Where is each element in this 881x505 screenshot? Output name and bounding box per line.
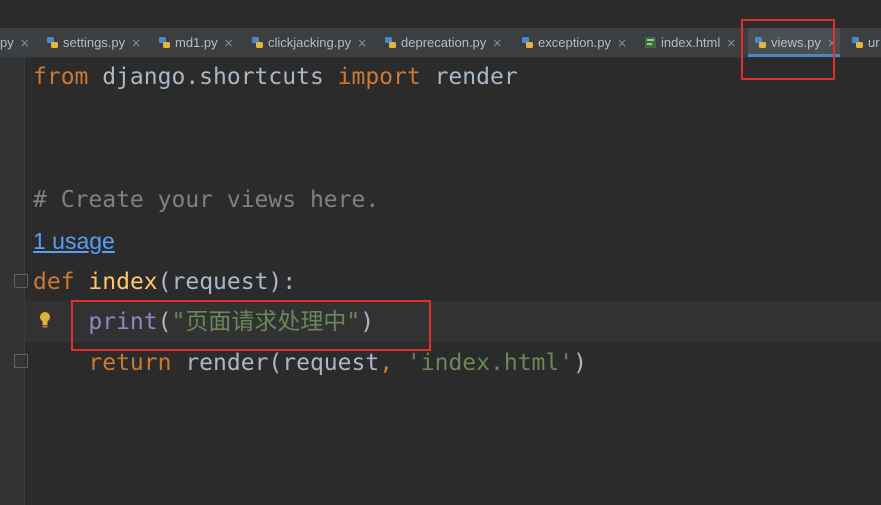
tab-label: py bbox=[0, 35, 14, 50]
tab-label: ur bbox=[868, 35, 880, 50]
comma: , bbox=[379, 350, 394, 376]
module-name: django.shortcuts bbox=[88, 64, 338, 90]
tab-label: exception.py bbox=[538, 35, 611, 50]
close-icon[interactable]: × bbox=[131, 36, 141, 50]
tab-exception-py[interactable]: exception.py × bbox=[521, 28, 636, 57]
function-params: (request): bbox=[157, 269, 297, 295]
code-line-import[interactable]: from django.shortcuts import render bbox=[33, 57, 518, 98]
tab-clickjacking-py[interactable]: clickjacking.py × bbox=[251, 28, 376, 57]
call-expression: render(request bbox=[171, 350, 380, 376]
code-editor[interactable]: from django.shortcuts import render # Cr… bbox=[25, 57, 881, 505]
usage-hint-link[interactable]: 1 usage bbox=[33, 221, 115, 261]
tab-label: index.html bbox=[661, 35, 721, 50]
tab-index-html[interactable]: index.html × bbox=[644, 28, 742, 57]
close-icon[interactable]: × bbox=[357, 36, 367, 50]
python-file-icon bbox=[851, 36, 864, 49]
code-line-comment[interactable]: # Create your views here. bbox=[33, 180, 379, 221]
import-name: render bbox=[420, 64, 518, 90]
python-file-icon bbox=[251, 36, 264, 49]
keyword: return bbox=[88, 350, 172, 376]
html-file-icon bbox=[644, 36, 657, 49]
tab-settings-py[interactable]: settings.py × bbox=[46, 28, 151, 57]
python-file-icon bbox=[384, 36, 397, 49]
tab-partial-left[interactable]: py × bbox=[0, 28, 38, 57]
tab-deprecation-py[interactable]: deprecation.py × bbox=[384, 28, 510, 57]
tab-label: deprecation.py bbox=[401, 35, 487, 50]
close-icon[interactable]: × bbox=[617, 36, 627, 50]
close-icon[interactable]: × bbox=[224, 36, 234, 50]
python-file-icon bbox=[521, 36, 534, 49]
keyword: def bbox=[33, 269, 75, 295]
close-icon[interactable]: × bbox=[20, 36, 30, 50]
python-file-icon bbox=[158, 36, 171, 49]
close-icon[interactable]: × bbox=[726, 36, 736, 50]
tab-label: clickjacking.py bbox=[268, 35, 352, 50]
tab-label: md1.py bbox=[175, 35, 218, 50]
keyword: import bbox=[337, 64, 421, 90]
keyword: from bbox=[33, 64, 89, 90]
function-name: index bbox=[88, 269, 158, 295]
tab-label: settings.py bbox=[63, 35, 126, 50]
highlight-box-views-tab bbox=[741, 19, 835, 80]
paren: ) bbox=[573, 350, 587, 376]
tab-md1-py[interactable]: md1.py × bbox=[158, 28, 241, 57]
python-file-icon bbox=[46, 36, 59, 49]
string-literal: 'index.html' bbox=[406, 350, 574, 376]
code-line-def[interactable]: def index(request): bbox=[33, 262, 296, 303]
close-icon[interactable]: × bbox=[492, 36, 502, 50]
highlight-box-print-line bbox=[71, 300, 431, 351]
tab-partial-right[interactable]: ur bbox=[851, 28, 881, 57]
